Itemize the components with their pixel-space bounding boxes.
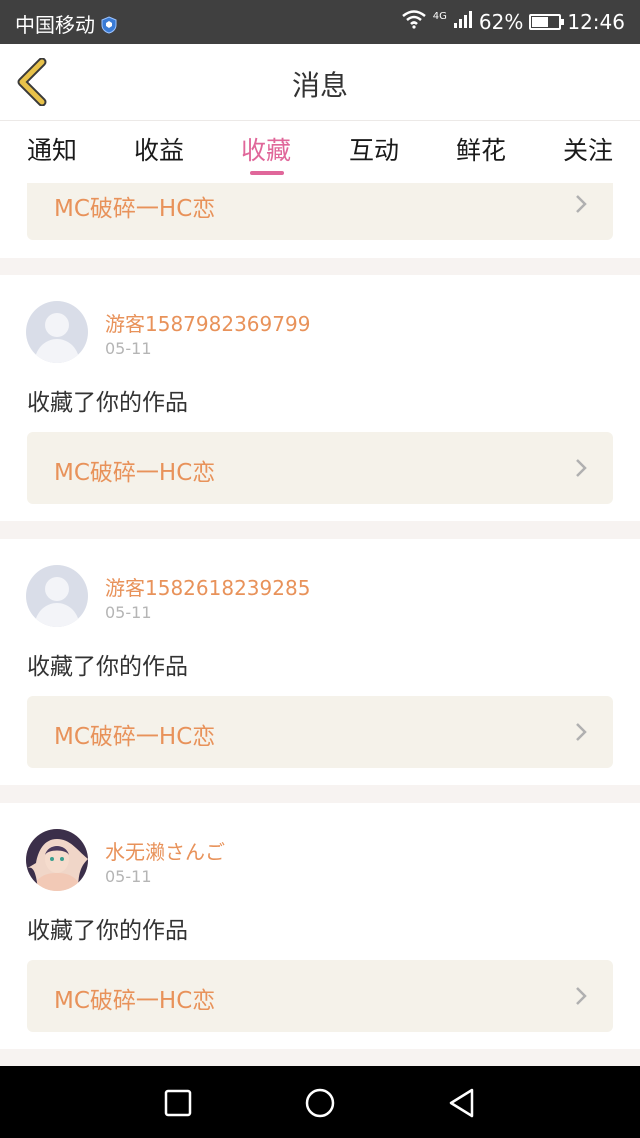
timestamp: 05-11 xyxy=(105,867,152,886)
work-link[interactable]: MC破碎一HC恋 xyxy=(27,960,613,1032)
action-text: 收藏了你的作品 xyxy=(27,390,188,416)
avatar[interactable] xyxy=(26,301,88,363)
work-link[interactable]: MC破碎一HC恋 xyxy=(27,696,613,768)
recent-apps-icon[interactable] xyxy=(161,1086,195,1120)
message-card: 游客1587982369799 05-11 收藏了你的作品 MC破碎一HC恋 xyxy=(0,275,640,521)
battery-fill xyxy=(532,16,548,27)
tab-bar: 通知 收益 收藏 互动 鲜花 关注 xyxy=(0,121,640,183)
work-title: MC破碎一HC恋 xyxy=(54,460,216,486)
avatar[interactable] xyxy=(26,565,88,627)
work-title: MC破碎一HC恋 xyxy=(54,196,216,222)
username[interactable]: 游客1587982369799 xyxy=(105,308,310,337)
back-icon[interactable] xyxy=(445,1086,479,1120)
avatar[interactable] xyxy=(26,829,88,891)
system-nav-bar xyxy=(0,1066,640,1138)
signal-icon xyxy=(453,9,473,34)
work-link[interactable]: MC破碎一HC恋 xyxy=(27,432,613,504)
message-card: MC破碎一HC恋 xyxy=(0,183,640,258)
work-title: MC破碎一HC恋 xyxy=(54,724,216,750)
status-left: 中国移动 xyxy=(15,9,117,38)
chevron-right-icon xyxy=(576,459,587,477)
tab-notifications[interactable]: 通知 xyxy=(12,131,92,167)
chevron-right-icon xyxy=(576,987,587,1005)
wifi-icon xyxy=(401,9,427,34)
carrier-label: 中国移动 xyxy=(15,13,95,37)
battery-percent: 62% xyxy=(478,9,524,34)
timestamp: 05-11 xyxy=(105,339,152,358)
message-list[interactable]: MC破碎一HC恋 游客1587982369799 05-11 收藏了你的作品 M… xyxy=(0,183,640,1066)
tab-interactions[interactable]: 互动 xyxy=(334,131,414,167)
tab-following[interactable]: 关注 xyxy=(548,131,628,167)
status-bar: 中国移动 4G 62% 12:46 xyxy=(0,0,640,44)
timestamp: 05-11 xyxy=(105,603,152,622)
active-tab-indicator xyxy=(250,171,284,175)
shield-icon xyxy=(101,15,117,34)
header-bar: 消息 xyxy=(0,44,640,121)
home-icon[interactable] xyxy=(303,1086,337,1120)
status-right: 4G 62% 12:46 xyxy=(395,9,625,34)
work-title: MC破碎一HC恋 xyxy=(54,988,216,1014)
tab-flowers[interactable]: 鲜花 xyxy=(441,131,521,167)
clock: 12:46 xyxy=(567,9,625,34)
action-text: 收藏了你的作品 xyxy=(27,918,188,944)
page-title: 消息 xyxy=(291,69,348,102)
chevron-right-icon xyxy=(576,723,587,741)
action-text: 收藏了你的作品 xyxy=(27,654,188,680)
message-card: 游客1582618239285 05-11 收藏了你的作品 MC破碎一HC恋 xyxy=(0,539,640,785)
tab-favorites[interactable]: 收藏 xyxy=(226,131,306,167)
work-link[interactable]: MC破碎一HC恋 xyxy=(27,183,613,240)
username[interactable]: 水无濑さんご xyxy=(105,836,225,865)
tab-earnings[interactable]: 收益 xyxy=(119,131,199,167)
username[interactable]: 游客1582618239285 xyxy=(105,572,310,601)
message-card: 水无濑さんご 05-11 收藏了你的作品 MC破碎一HC恋 xyxy=(0,803,640,1049)
chevron-right-icon xyxy=(576,195,587,213)
network-type: 4G xyxy=(432,11,447,22)
battery-icon xyxy=(529,13,565,30)
